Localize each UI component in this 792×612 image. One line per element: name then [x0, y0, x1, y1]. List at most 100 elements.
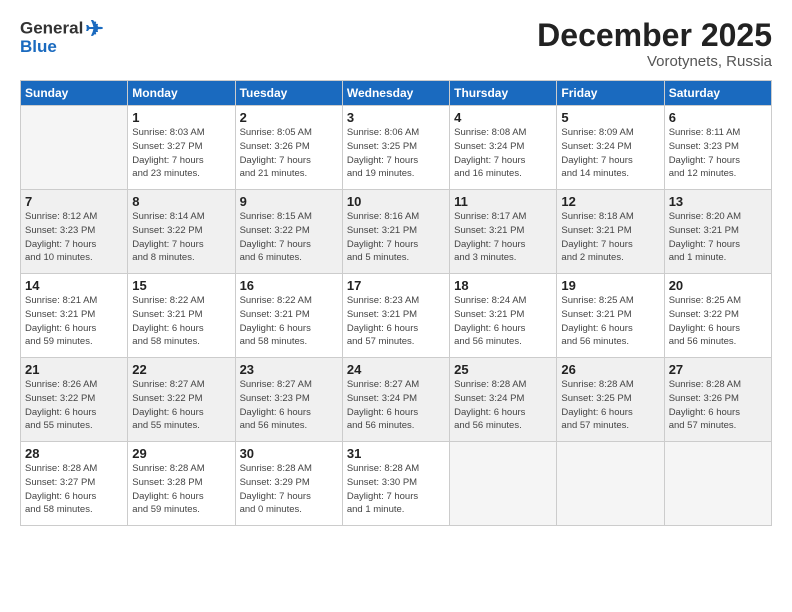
calendar-cell: 5Sunrise: 8:09 AM Sunset: 3:24 PM Daylig… [557, 106, 664, 190]
day-info: Sunrise: 8:11 AM Sunset: 3:23 PM Dayligh… [669, 126, 767, 181]
day-info: Sunrise: 8:03 AM Sunset: 3:27 PM Dayligh… [132, 126, 230, 181]
calendar-cell: 24Sunrise: 8:27 AM Sunset: 3:24 PM Dayli… [342, 358, 449, 442]
calendar-cell: 7Sunrise: 8:12 AM Sunset: 3:23 PM Daylig… [21, 190, 128, 274]
day-header-tuesday: Tuesday [235, 81, 342, 106]
day-number: 16 [240, 278, 338, 293]
location: Vorotynets, Russia [537, 53, 772, 70]
day-number: 21 [25, 362, 123, 377]
day-number: 9 [240, 194, 338, 209]
calendar-cell: 21Sunrise: 8:26 AM Sunset: 3:22 PM Dayli… [21, 358, 128, 442]
day-number: 10 [347, 194, 445, 209]
day-number: 5 [561, 110, 659, 125]
calendar-cell: 3Sunrise: 8:06 AM Sunset: 3:25 PM Daylig… [342, 106, 449, 190]
calendar-cell [664, 442, 771, 526]
day-info: Sunrise: 8:28 AM Sunset: 3:27 PM Dayligh… [25, 462, 123, 517]
day-info: Sunrise: 8:16 AM Sunset: 3:21 PM Dayligh… [347, 210, 445, 265]
day-number: 2 [240, 110, 338, 125]
calendar-cell: 12Sunrise: 8:18 AM Sunset: 3:21 PM Dayli… [557, 190, 664, 274]
calendar-cell: 29Sunrise: 8:28 AM Sunset: 3:28 PM Dayli… [128, 442, 235, 526]
day-number: 23 [240, 362, 338, 377]
calendar-cell: 2Sunrise: 8:05 AM Sunset: 3:26 PM Daylig… [235, 106, 342, 190]
calendar-cell: 10Sunrise: 8:16 AM Sunset: 3:21 PM Dayli… [342, 190, 449, 274]
day-info: Sunrise: 8:09 AM Sunset: 3:24 PM Dayligh… [561, 126, 659, 181]
calendar-cell: 17Sunrise: 8:23 AM Sunset: 3:21 PM Dayli… [342, 274, 449, 358]
day-info: Sunrise: 8:28 AM Sunset: 3:26 PM Dayligh… [669, 378, 767, 433]
day-info: Sunrise: 8:28 AM Sunset: 3:25 PM Dayligh… [561, 378, 659, 433]
calendar-cell: 26Sunrise: 8:28 AM Sunset: 3:25 PM Dayli… [557, 358, 664, 442]
day-number: 15 [132, 278, 230, 293]
day-info: Sunrise: 8:17 AM Sunset: 3:21 PM Dayligh… [454, 210, 552, 265]
calendar-cell: 27Sunrise: 8:28 AM Sunset: 3:26 PM Dayli… [664, 358, 771, 442]
calendar: SundayMondayTuesdayWednesdayThursdayFrid… [20, 80, 772, 526]
week-row-2: 7Sunrise: 8:12 AM Sunset: 3:23 PM Daylig… [21, 190, 772, 274]
calendar-cell: 20Sunrise: 8:25 AM Sunset: 3:22 PM Dayli… [664, 274, 771, 358]
day-info: Sunrise: 8:06 AM Sunset: 3:25 PM Dayligh… [347, 126, 445, 181]
day-info: Sunrise: 8:28 AM Sunset: 3:28 PM Dayligh… [132, 462, 230, 517]
calendar-cell: 11Sunrise: 8:17 AM Sunset: 3:21 PM Dayli… [450, 190, 557, 274]
day-number: 31 [347, 446, 445, 461]
day-number: 29 [132, 446, 230, 461]
week-row-3: 14Sunrise: 8:21 AM Sunset: 3:21 PM Dayli… [21, 274, 772, 358]
day-header-friday: Friday [557, 81, 664, 106]
day-number: 12 [561, 194, 659, 209]
logo: General✈ Blue [20, 18, 104, 55]
logo-blue: Blue [20, 38, 104, 55]
calendar-cell: 14Sunrise: 8:21 AM Sunset: 3:21 PM Dayli… [21, 274, 128, 358]
day-info: Sunrise: 8:28 AM Sunset: 3:24 PM Dayligh… [454, 378, 552, 433]
calendar-cell: 6Sunrise: 8:11 AM Sunset: 3:23 PM Daylig… [664, 106, 771, 190]
day-header-saturday: Saturday [664, 81, 771, 106]
day-info: Sunrise: 8:22 AM Sunset: 3:21 PM Dayligh… [240, 294, 338, 349]
week-row-1: 1Sunrise: 8:03 AM Sunset: 3:27 PM Daylig… [21, 106, 772, 190]
day-number: 11 [454, 194, 552, 209]
day-number: 7 [25, 194, 123, 209]
day-number: 30 [240, 446, 338, 461]
day-info: Sunrise: 8:08 AM Sunset: 3:24 PM Dayligh… [454, 126, 552, 181]
day-info: Sunrise: 8:27 AM Sunset: 3:23 PM Dayligh… [240, 378, 338, 433]
calendar-cell: 19Sunrise: 8:25 AM Sunset: 3:21 PM Dayli… [557, 274, 664, 358]
day-number: 13 [669, 194, 767, 209]
day-info: Sunrise: 8:21 AM Sunset: 3:21 PM Dayligh… [25, 294, 123, 349]
day-header-sunday: Sunday [21, 81, 128, 106]
day-number: 26 [561, 362, 659, 377]
day-info: Sunrise: 8:25 AM Sunset: 3:21 PM Dayligh… [561, 294, 659, 349]
title-block: December 2025 Vorotynets, Russia [537, 18, 772, 70]
day-header-monday: Monday [128, 81, 235, 106]
day-number: 19 [561, 278, 659, 293]
day-number: 20 [669, 278, 767, 293]
calendar-cell: 23Sunrise: 8:27 AM Sunset: 3:23 PM Dayli… [235, 358, 342, 442]
calendar-cell: 13Sunrise: 8:20 AM Sunset: 3:21 PM Dayli… [664, 190, 771, 274]
day-info: Sunrise: 8:15 AM Sunset: 3:22 PM Dayligh… [240, 210, 338, 265]
day-number: 8 [132, 194, 230, 209]
calendar-cell: 18Sunrise: 8:24 AM Sunset: 3:21 PM Dayli… [450, 274, 557, 358]
day-info: Sunrise: 8:28 AM Sunset: 3:30 PM Dayligh… [347, 462, 445, 517]
calendar-cell: 16Sunrise: 8:22 AM Sunset: 3:21 PM Dayli… [235, 274, 342, 358]
day-info: Sunrise: 8:22 AM Sunset: 3:21 PM Dayligh… [132, 294, 230, 349]
calendar-cell: 25Sunrise: 8:28 AM Sunset: 3:24 PM Dayli… [450, 358, 557, 442]
calendar-cell [557, 442, 664, 526]
day-header-wednesday: Wednesday [342, 81, 449, 106]
day-number: 25 [454, 362, 552, 377]
day-info: Sunrise: 8:14 AM Sunset: 3:22 PM Dayligh… [132, 210, 230, 265]
day-info: Sunrise: 8:18 AM Sunset: 3:21 PM Dayligh… [561, 210, 659, 265]
calendar-cell: 4Sunrise: 8:08 AM Sunset: 3:24 PM Daylig… [450, 106, 557, 190]
day-info: Sunrise: 8:28 AM Sunset: 3:29 PM Dayligh… [240, 462, 338, 517]
day-number: 6 [669, 110, 767, 125]
day-number: 17 [347, 278, 445, 293]
day-number: 3 [347, 110, 445, 125]
day-number: 18 [454, 278, 552, 293]
days-header-row: SundayMondayTuesdayWednesdayThursdayFrid… [21, 81, 772, 106]
calendar-cell: 31Sunrise: 8:28 AM Sunset: 3:30 PM Dayli… [342, 442, 449, 526]
day-info: Sunrise: 8:27 AM Sunset: 3:22 PM Dayligh… [132, 378, 230, 433]
calendar-cell: 8Sunrise: 8:14 AM Sunset: 3:22 PM Daylig… [128, 190, 235, 274]
day-info: Sunrise: 8:12 AM Sunset: 3:23 PM Dayligh… [25, 210, 123, 265]
calendar-cell [450, 442, 557, 526]
calendar-cell: 15Sunrise: 8:22 AM Sunset: 3:21 PM Dayli… [128, 274, 235, 358]
day-info: Sunrise: 8:05 AM Sunset: 3:26 PM Dayligh… [240, 126, 338, 181]
day-number: 27 [669, 362, 767, 377]
day-number: 14 [25, 278, 123, 293]
calendar-cell: 30Sunrise: 8:28 AM Sunset: 3:29 PM Dayli… [235, 442, 342, 526]
day-number: 24 [347, 362, 445, 377]
day-number: 4 [454, 110, 552, 125]
calendar-cell: 28Sunrise: 8:28 AM Sunset: 3:27 PM Dayli… [21, 442, 128, 526]
day-info: Sunrise: 8:25 AM Sunset: 3:22 PM Dayligh… [669, 294, 767, 349]
